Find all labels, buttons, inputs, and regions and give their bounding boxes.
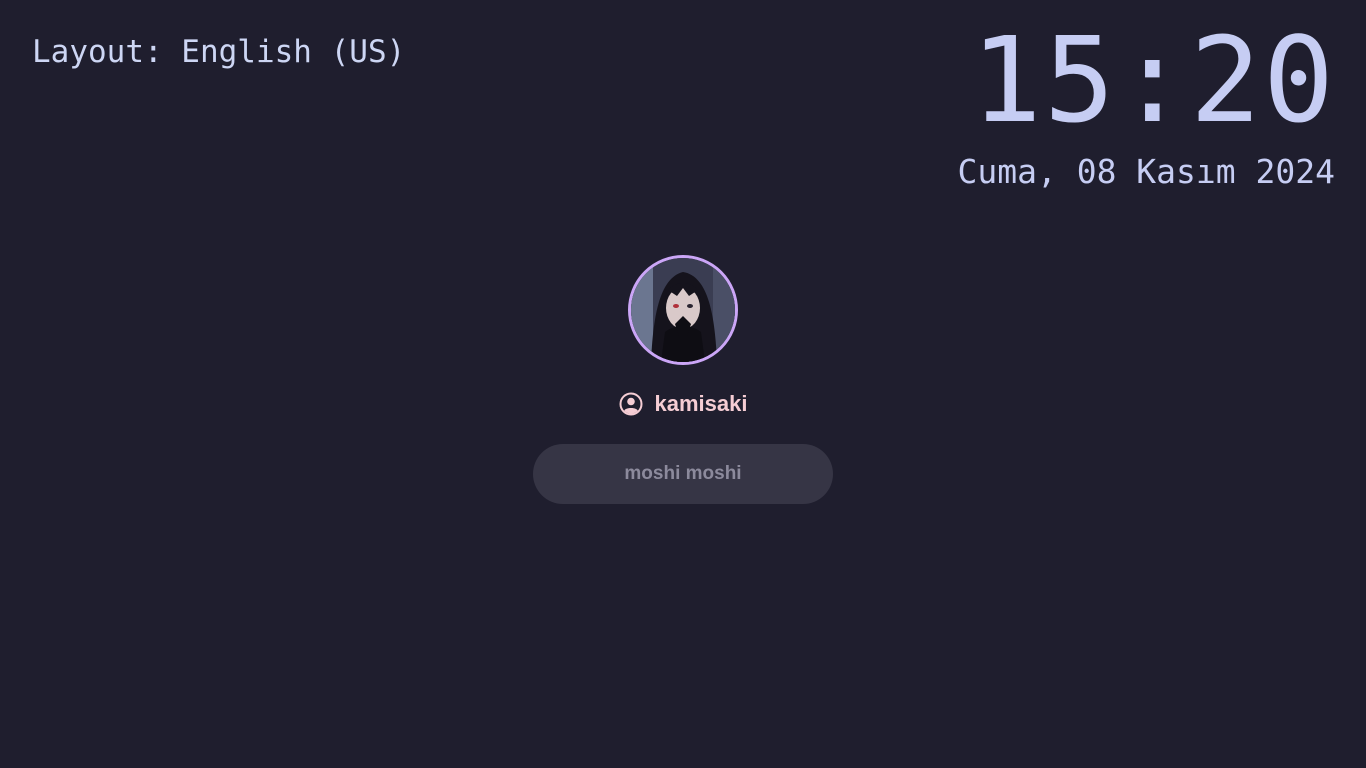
- user-avatar: [628, 255, 738, 365]
- keyboard-layout-indicator: Layout: English (US): [32, 34, 406, 70]
- user-row: kamisaki: [0, 388, 1366, 420]
- password-input[interactable]: [533, 444, 833, 504]
- user-circle-icon: [619, 392, 643, 416]
- username: kamisaki: [654, 391, 748, 416]
- clock-time: 15:20: [970, 11, 1336, 149]
- clock-date: Cuma, 08 Kasım 2024: [957, 152, 1336, 191]
- avatar-image: [631, 258, 735, 362]
